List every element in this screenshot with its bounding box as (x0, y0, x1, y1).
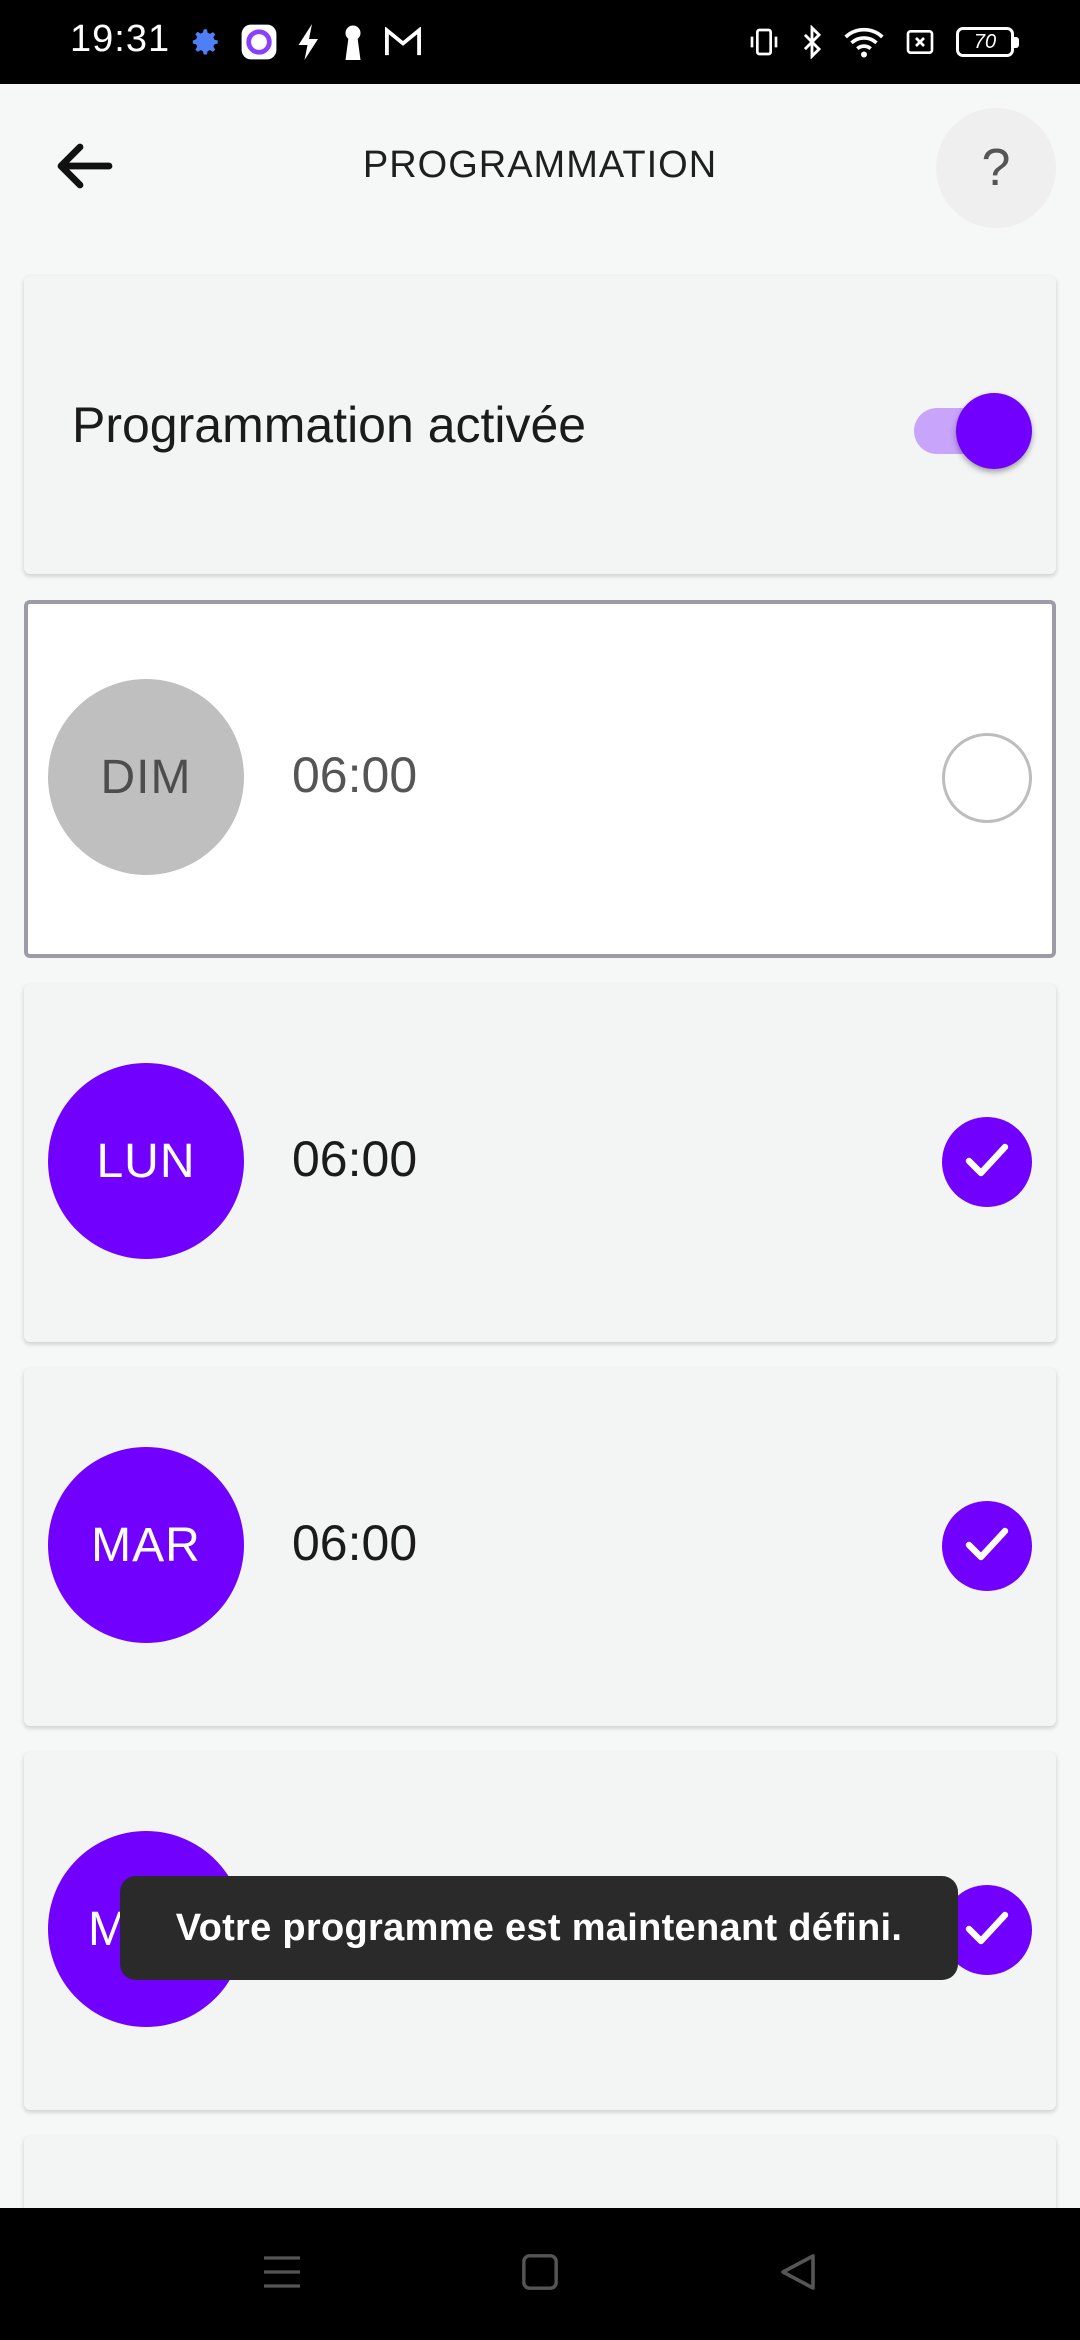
day-badge: DIM (48, 679, 244, 875)
status-bar: 19:31 70 (0, 0, 1080, 84)
no-sim-icon (904, 26, 936, 58)
day-badge: MAR (48, 1447, 244, 1643)
switch-thumb (956, 393, 1032, 469)
day-time[interactable]: 06:00 (292, 1514, 417, 1572)
day-badge: LUN (48, 1063, 244, 1259)
app-bar: PROGRAMMATION ? (0, 84, 1080, 252)
day-card-lun[interactable]: LUN 06:00 (24, 984, 1056, 1342)
battery-icon: 70 (956, 27, 1019, 57)
app-circle-icon (240, 23, 278, 61)
day-checkbox[interactable] (942, 1501, 1032, 1591)
status-time: 19:31 (70, 18, 171, 60)
home-button[interactable] (500, 2238, 580, 2310)
day-checkbox[interactable] (942, 733, 1032, 823)
status-left-icons (188, 20, 422, 64)
wifi-icon (844, 25, 884, 59)
bluetooth-icon (800, 25, 824, 59)
day-label: DIM (100, 750, 192, 804)
home-icon (521, 2253, 559, 2296)
status-right-icons: 70 (748, 20, 1019, 64)
back-triangle-icon (779, 2252, 817, 2297)
day-card-mar[interactable]: MAR 06:00 (24, 1368, 1056, 1726)
checkmark-icon (965, 1911, 1009, 1950)
help-button[interactable]: ? (936, 108, 1056, 228)
day-checkbox[interactable] (942, 1117, 1032, 1207)
help-icon: ? (981, 139, 1011, 197)
menu-icon (262, 2254, 302, 2295)
flash-icon (296, 24, 322, 60)
day-label: MAR (91, 1518, 201, 1572)
day-card-dim[interactable]: DIM 06:00 (24, 600, 1056, 958)
back-nav-button[interactable] (758, 2238, 838, 2310)
schedule-toggle-switch[interactable] (894, 388, 1038, 469)
page-title: PROGRAMMATION (362, 144, 718, 186)
system-nav-bar (0, 2208, 1080, 2340)
checkmark-icon (965, 1527, 1009, 1566)
vibrate-icon (748, 26, 780, 58)
day-label: LUN (96, 1134, 196, 1188)
schedule-toggle-card: Programmation activée (24, 276, 1056, 574)
schedule-toggle-label: Programmation activée (72, 397, 587, 453)
gmail-icon (384, 27, 422, 57)
gear-icon (188, 25, 222, 59)
day-time[interactable]: 06:00 (292, 746, 417, 804)
menu-button[interactable] (242, 2238, 322, 2310)
keyhole-icon (340, 24, 366, 60)
toast-message: Votre programme est maintenant défini. (120, 1876, 958, 1980)
checkmark-icon (965, 1143, 1009, 1182)
day-time[interactable]: 06:00 (292, 1130, 417, 1188)
